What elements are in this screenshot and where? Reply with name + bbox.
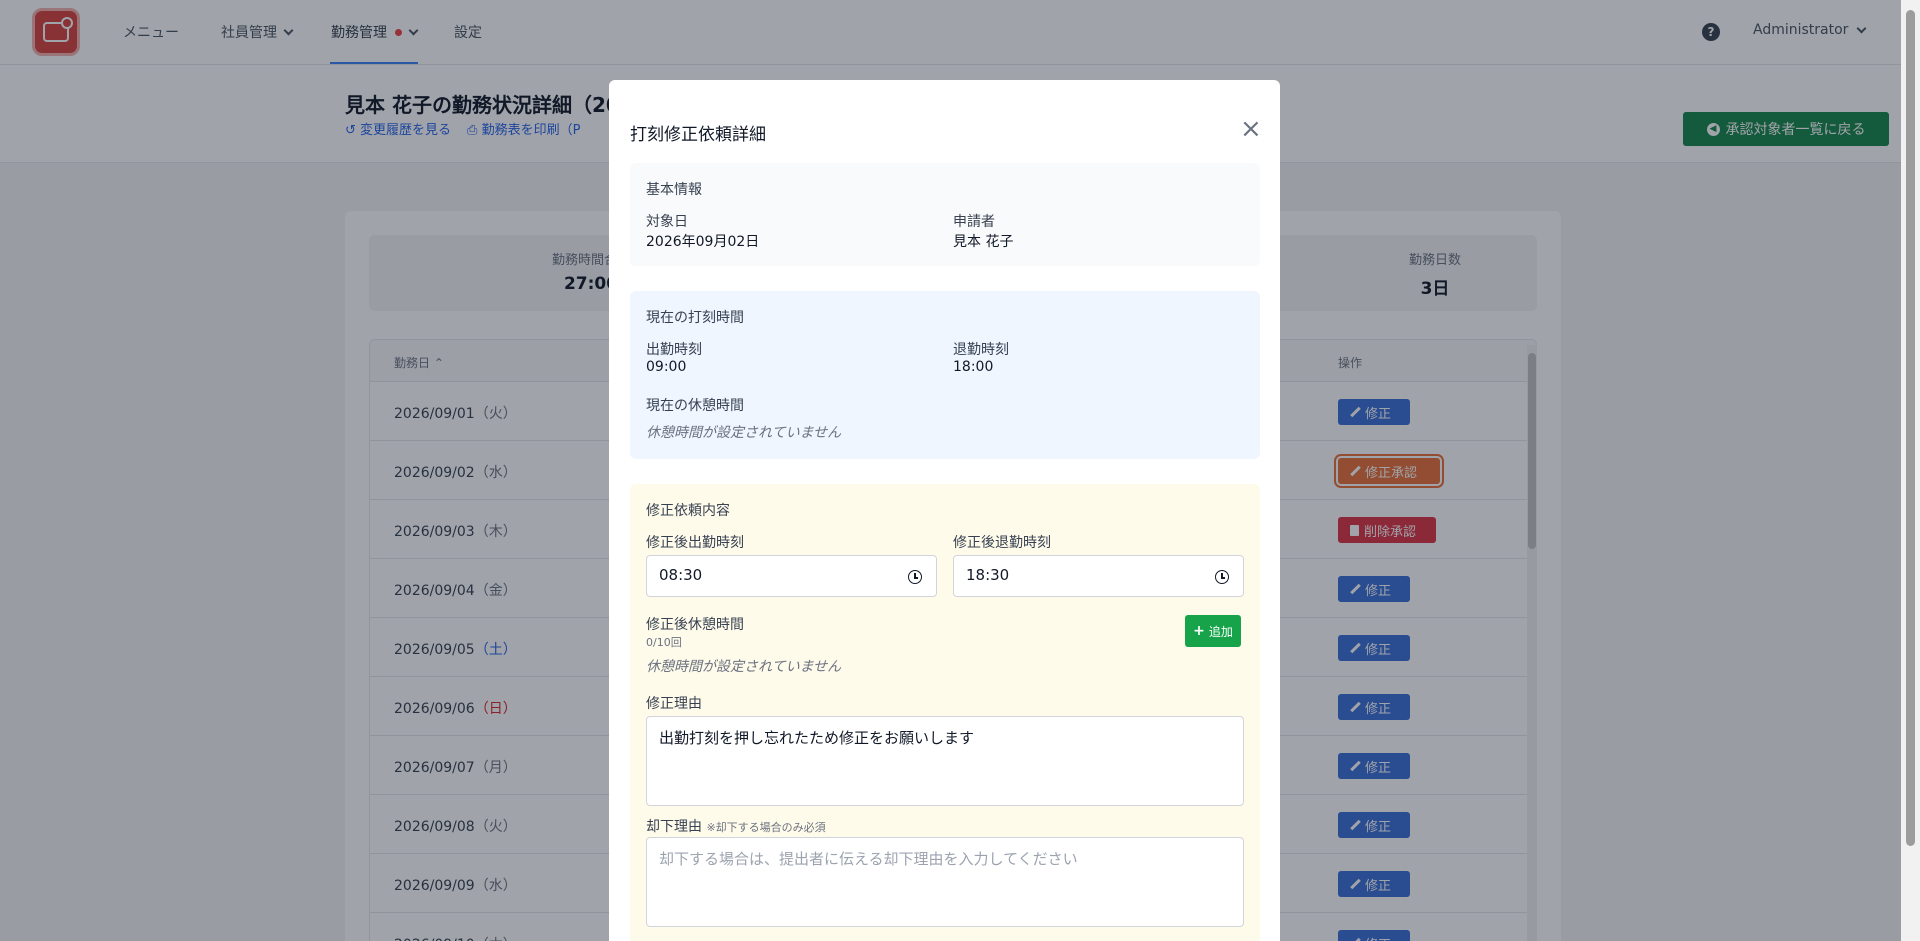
break-count: 0/10回 <box>646 636 682 649</box>
new-clock-in-label: 修正後出勤時刻 <box>646 535 744 551</box>
current-punch-heading: 現在の打刻時間 <box>646 310 744 326</box>
basic-info-section: 基本情報 対象日 2026年09月02日 申請者 見本 花子 <box>630 163 1260 266</box>
add-break-button[interactable]: + 追加 <box>1185 615 1241 647</box>
basic-info-heading: 基本情報 <box>646 182 702 198</box>
close-icon[interactable]: × <box>1240 116 1262 142</box>
current-clock-out-label: 退勤時刻 <box>953 342 1009 358</box>
current-break-label: 現在の休憩時間 <box>646 398 744 414</box>
clock-icon[interactable] <box>1215 570 1229 584</box>
current-clock-out-value: 18:00 <box>953 359 994 375</box>
window-scrollbar[interactable] <box>1901 0 1920 941</box>
target-date-label: 対象日 <box>646 214 688 230</box>
window-scrollbar-thumb[interactable] <box>1906 10 1915 846</box>
correction-request-heading: 修正依頼内容 <box>646 503 730 519</box>
new-break-empty: 休憩時間が設定されていません <box>646 659 842 675</box>
correction-request-section: 修正依頼内容 修正後出勤時刻 08:30 修正後退勤時刻 18:30 修正後休憩… <box>630 484 1260 941</box>
reject-reason-note: ※却下する場合のみ必須 <box>706 821 826 834</box>
target-date-value: 2026年09月02日 <box>646 234 760 250</box>
new-clock-out-input[interactable]: 18:30 <box>953 555 1244 597</box>
modal-title: 打刻修正依頼詳細 <box>630 125 766 145</box>
applicant-label: 申請者 <box>953 214 995 230</box>
reason-textarea[interactable]: 出勤打刻を押し忘れたため修正をお願いします <box>646 716 1244 806</box>
applicant-value: 見本 花子 <box>953 234 1014 250</box>
new-clock-in-input[interactable]: 08:30 <box>646 555 937 597</box>
current-break-empty: 休憩時間が設定されていません <box>646 425 842 441</box>
plus-icon: + <box>1193 623 1205 639</box>
punch-correction-modal: 打刻修正依頼詳細 × 基本情報 対象日 2026年09月02日 申請者 見本 花… <box>609 80 1280 941</box>
current-clock-in-value: 09:00 <box>646 359 687 375</box>
clock-icon[interactable] <box>908 570 922 584</box>
reject-reason-label: 却下理由 ※却下する場合のみ必須 <box>646 819 826 835</box>
new-clock-out-label: 修正後退勤時刻 <box>953 535 1051 551</box>
reject-reason-textarea[interactable]: 却下する場合は、提出者に伝える却下理由を入力してください <box>646 837 1244 927</box>
reason-label: 修正理由 <box>646 696 702 712</box>
current-clock-in-label: 出勤時刻 <box>646 342 702 358</box>
current-punch-section: 現在の打刻時間 出勤時刻 09:00 退勤時刻 18:00 現在の休憩時間 休憩… <box>630 291 1260 459</box>
new-break-label: 修正後休憩時間 <box>646 617 744 633</box>
